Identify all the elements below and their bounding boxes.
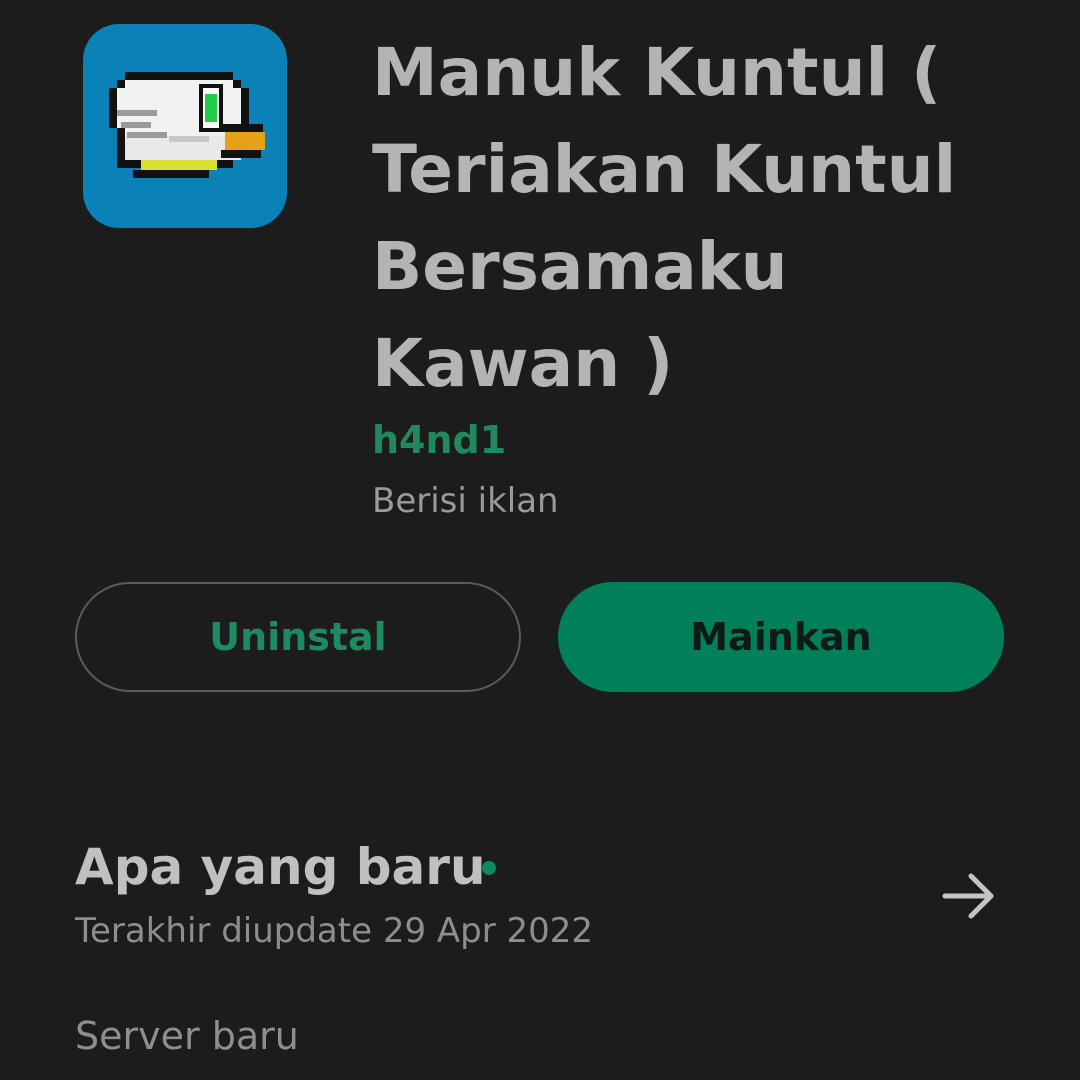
last-updated-date: Terakhir diupdate 29 Apr 2022: [75, 911, 594, 951]
developer-link[interactable]: h4nd1: [372, 414, 506, 466]
pixel-bird-icon: [109, 72, 265, 178]
whats-new-section[interactable]: Apa yang baru Terakhir diupdate 29 Apr 2…: [75, 832, 1005, 962]
app-detail-page: Manuk Kuntul ( Teriakan Kuntul Bersamaku…: [0, 0, 1080, 1080]
new-indicator-dot: [482, 861, 496, 875]
arrow-right-icon[interactable]: [941, 868, 997, 924]
app-icon: [83, 24, 287, 228]
contains-ads-label: Berisi iklan: [372, 481, 559, 521]
whats-new-title: Apa yang baru: [75, 838, 486, 896]
release-notes-text: Server baru: [75, 1014, 299, 1058]
uninstall-button[interactable]: Uninstal: [75, 582, 521, 692]
play-button[interactable]: Mainkan: [558, 582, 1004, 692]
app-title: Manuk Kuntul ( Teriakan Kuntul Bersamaku…: [372, 34, 957, 402]
